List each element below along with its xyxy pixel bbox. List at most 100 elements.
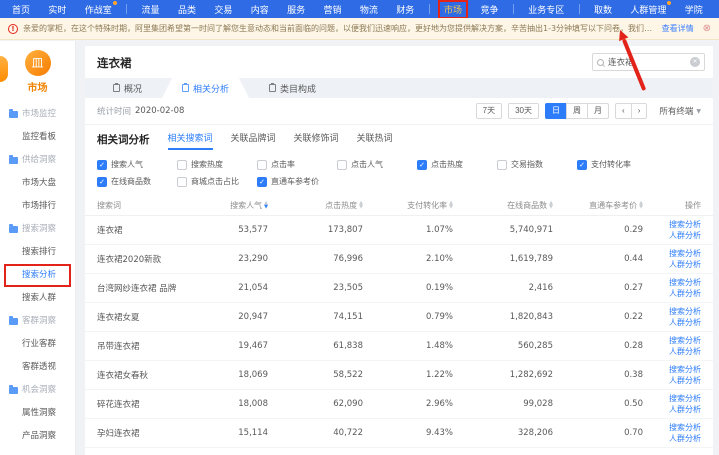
search-value: 连衣裙 <box>608 56 686 68</box>
keyword-cell[interactable]: 吊带连衣裙 <box>97 340 183 352</box>
checkbox-click-popularity[interactable]: 点击人气 <box>337 159 417 170</box>
tab-overview[interactable]: 概况 <box>93 78 162 98</box>
sidebar-item-product-insight[interactable]: 产品洞察 <box>0 425 75 448</box>
range-7d-button[interactable]: 7天 <box>476 103 502 119</box>
nav-item-data-fetch[interactable]: 取数 <box>590 2 616 17</box>
nav-item-market-highlighted[interactable]: 市场 <box>440 2 466 17</box>
subtab-related-hot-words[interactable]: 关联热词 <box>357 129 393 150</box>
checkbox-icon <box>177 160 187 170</box>
nav-item-service[interactable]: 服务 <box>283 2 309 17</box>
sidebar-item-industry-customers[interactable]: 行业客群 <box>0 333 75 356</box>
checkbox-click-heat[interactable]: 点击热度 <box>417 159 497 170</box>
th-online-products[interactable]: 在线商品数▲▼ <box>453 200 553 211</box>
th-pay-conversion[interactable]: 支付转化率▲▼ <box>363 200 453 211</box>
search-analysis-link[interactable]: 搜索分析 <box>669 249 701 259</box>
th-click-heat[interactable]: 点击热度▲▼ <box>268 200 363 211</box>
search-analysis-link[interactable]: 搜索分析 <box>669 307 701 317</box>
checkbox-payment-conversion[interactable]: 支付转化率 <box>577 159 657 170</box>
search-analysis-link[interactable]: 搜索分析 <box>669 278 701 288</box>
sidebar-item-customer-perspective[interactable]: 客群透视 <box>0 356 75 379</box>
range-week-button[interactable]: 周 <box>566 103 588 119</box>
nav-item-war-room[interactable]: 作战室 <box>81 2 116 17</box>
sidebar-item-search-crowd[interactable]: 搜索人群 <box>0 287 75 310</box>
checkbox-ztc-reference-price[interactable]: 直通车参考价 <box>257 176 337 187</box>
range-30d-button[interactable]: 30天 <box>508 103 539 119</box>
sidebar-item-market-overview[interactable]: 市场大盘 <box>0 172 75 195</box>
checkbox-mall-click-ratio[interactable]: 商城点击占比 <box>177 176 257 187</box>
value-cell: 20,947 <box>183 312 268 322</box>
value-cell: 18,008 <box>183 399 268 409</box>
checkbox-online-products[interactable]: 在线商品数 <box>97 176 177 187</box>
nav-divider <box>513 4 514 14</box>
search-analysis-link[interactable]: 搜索分析 <box>669 423 701 433</box>
keyword-search-input[interactable]: 连衣裙 ✕ <box>592 53 705 71</box>
keyword-cell[interactable]: 连衣裙女春秋 <box>97 369 183 381</box>
next-arrow-button[interactable]: › <box>631 103 648 119</box>
th-search-popularity[interactable]: 搜索人气▲▼ <box>183 200 268 211</box>
tab-doc-icon <box>269 84 276 92</box>
subtab-related-modifier-words[interactable]: 关联修饰词 <box>294 129 339 150</box>
subtab-related-search-words[interactable]: 相关搜索词 <box>168 129 213 150</box>
keyword-cell[interactable]: 台湾网纱连衣裙 品牌 <box>97 282 183 294</box>
clear-icon[interactable]: ✕ <box>690 57 700 67</box>
checkbox-click-rate[interactable]: 点击率 <box>257 159 337 170</box>
checkbox-search-heat[interactable]: 搜索热度 <box>177 159 257 170</box>
sidebar-item-search-analysis[interactable]: 搜索分析 <box>4 264 71 287</box>
crowd-analysis-link[interactable]: 人群分析 <box>669 260 701 270</box>
crowd-analysis-link[interactable]: 人群分析 <box>669 376 701 386</box>
terminal-dropdown[interactable]: 所有终端▼ <box>659 105 701 117</box>
value-cell: 2.96% <box>363 399 453 409</box>
crowd-analysis-link[interactable]: 人群分析 <box>669 347 701 357</box>
stats-time-label: 统计时间 <box>97 105 131 117</box>
pager-group: ‹ › <box>615 103 647 119</box>
nav-item-trade[interactable]: 交易 <box>210 2 236 17</box>
nav-item-finance[interactable]: 财务 <box>392 2 418 17</box>
keyword-cell[interactable]: 孕妇连衣裙 <box>97 427 183 439</box>
keyword-cell[interactable]: 连衣裙 <box>97 224 183 236</box>
crowd-analysis-link[interactable]: 人群分析 <box>669 405 701 415</box>
nav-item-traffic[interactable]: 流量 <box>138 2 164 17</box>
checkbox-search-popularity[interactable]: 搜索人气 <box>97 159 177 170</box>
crowd-analysis-link[interactable]: 人群分析 <box>669 231 701 241</box>
table-header: 搜索词 搜索人气▲▼ 点击热度▲▼ 支付转化率▲▼ 在线商品数▲▼ 直通车参考价… <box>85 195 713 216</box>
crowd-analysis-link[interactable]: 人群分析 <box>669 318 701 328</box>
value-cell: 61,838 <box>268 341 363 351</box>
tab-category-composition[interactable]: 类目构成 <box>249 78 336 98</box>
nav-item-marketing[interactable]: 营销 <box>320 2 346 17</box>
keyword-cell[interactable]: 连衣裙女夏 <box>97 311 183 323</box>
nav-item-content[interactable]: 内容 <box>247 2 273 17</box>
orange-edge-tab[interactable] <box>0 56 8 82</box>
search-analysis-link[interactable]: 搜索分析 <box>669 336 701 346</box>
sidebar-item-monitor-board[interactable]: 监控看板 <box>0 126 75 149</box>
notice-detail-link[interactable]: 查看详情 <box>662 23 694 34</box>
nav-divider <box>126 4 127 14</box>
nav-item-logistics[interactable]: 物流 <box>356 2 382 17</box>
tab-related-analysis[interactable]: 相关分析 <box>162 78 249 98</box>
nav-item-home[interactable]: 首页 <box>8 2 34 17</box>
subtab-related-brand-words[interactable]: 关联品牌词 <box>231 129 276 150</box>
search-analysis-link[interactable]: 搜索分析 <box>669 394 701 404</box>
search-analysis-link[interactable]: 搜索分析 <box>669 365 701 375</box>
top-nav: 首页 实时 作战室 流量 品类 交易 内容 服务 营销 物流 财务 市场 竞争 … <box>0 0 719 18</box>
range-day-button[interactable]: 日 <box>545 103 567 119</box>
nav-item-competition[interactable]: 竞争 <box>476 2 502 17</box>
checkbox-transaction-index[interactable]: 交易指数 <box>497 159 577 170</box>
crowd-analysis-link[interactable]: 人群分析 <box>669 289 701 299</box>
nav-item-category[interactable]: 品类 <box>174 2 200 17</box>
close-icon[interactable]: ⊗ <box>703 24 711 34</box>
sidebar-item-search-ranking[interactable]: 搜索排行 <box>0 241 75 264</box>
crowd-analysis-link[interactable]: 人群分析 <box>669 434 701 444</box>
nav-item-crowd-management[interactable]: 人群管理 <box>626 2 670 17</box>
nav-item-realtime[interactable]: 实时 <box>44 2 70 17</box>
keyword-cell[interactable]: 连衣裙2020新款 <box>97 253 183 265</box>
prev-arrow-button[interactable]: ‹ <box>615 103 632 119</box>
th-ztc-price[interactable]: 直通车参考价▲▼ <box>553 200 643 211</box>
keyword-cell[interactable]: 碎花连衣裙 <box>97 398 183 410</box>
folder-icon <box>9 387 18 394</box>
nav-item-academy[interactable]: 学院 <box>681 2 707 17</box>
range-month-button[interactable]: 月 <box>587 103 609 119</box>
nav-item-business-zone[interactable]: 业务专区 <box>524 2 568 17</box>
sidebar-item-attribute-insight[interactable]: 属性洞察 <box>0 402 75 425</box>
search-analysis-link[interactable]: 搜索分析 <box>669 220 701 230</box>
sidebar-item-market-ranking[interactable]: 市场排行 <box>0 195 75 218</box>
